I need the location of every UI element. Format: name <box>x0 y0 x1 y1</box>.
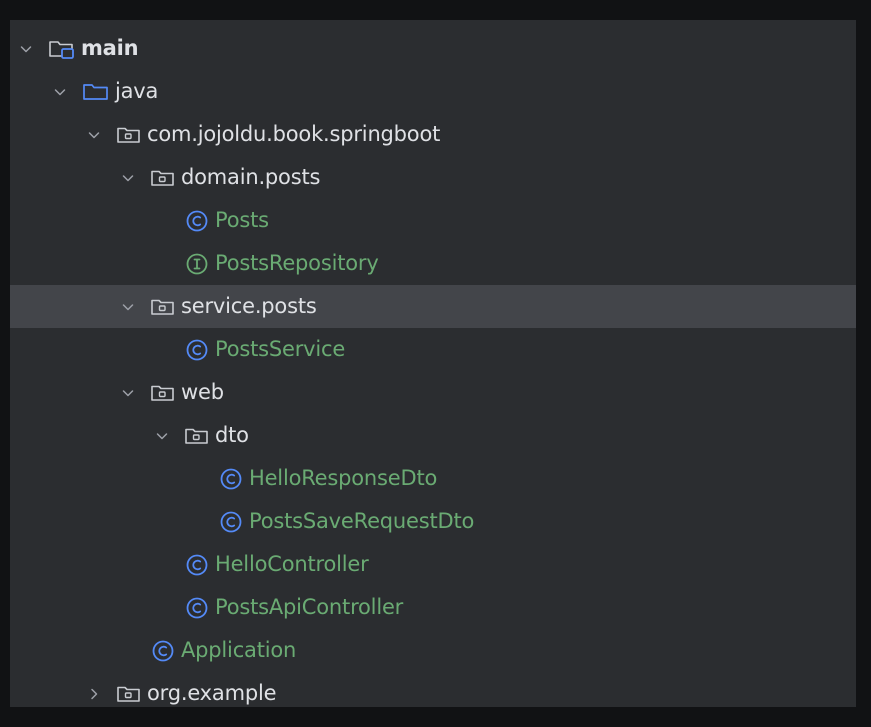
chevron-down-icon[interactable] <box>151 425 173 447</box>
chevron-down-icon[interactable] <box>117 167 139 189</box>
tree-item-label: main <box>81 36 139 60</box>
tree-item[interactable]: Application <box>10 629 856 672</box>
class-icon <box>151 638 177 664</box>
tree-item-label: Application <box>181 638 297 662</box>
tree-item-label: org.example <box>147 681 277 705</box>
tree-item-label: web <box>181 380 224 404</box>
tree-item-label: HelloResponseDto <box>249 466 438 490</box>
chevron-right-icon[interactable] <box>83 683 105 705</box>
tree-item[interactable]: org.example <box>10 672 856 707</box>
tree-item[interactable]: PostsRepository <box>10 242 856 285</box>
package-icon <box>149 166 177 190</box>
class-icon <box>185 208 211 234</box>
class-icon <box>219 466 245 492</box>
class-icon <box>185 595 211 621</box>
class-icon <box>219 509 245 535</box>
tree-item-label: java <box>115 79 159 103</box>
tree-item-label: PostsService <box>215 337 346 361</box>
tree-item[interactable]: Posts <box>10 199 856 242</box>
tree-item[interactable]: dto <box>10 414 856 457</box>
tree-item[interactable]: java <box>10 70 856 113</box>
package-icon <box>115 123 143 147</box>
package-icon <box>183 424 211 448</box>
tree-item[interactable]: web <box>10 371 856 414</box>
tree-item[interactable]: HelloController <box>10 543 856 586</box>
source-root-folder-icon <box>47 37 77 61</box>
chevron-down-icon[interactable] <box>117 382 139 404</box>
java-source-folder-icon <box>81 80 111 104</box>
tree-item-label: dto <box>215 423 249 447</box>
tree-item-label: Posts <box>215 208 269 232</box>
tree-item-label: service.posts <box>181 294 317 318</box>
tree-item[interactable]: com.jojoldu.book.springboot <box>10 113 856 156</box>
class-icon <box>185 337 211 363</box>
tree-item[interactable]: PostsService <box>10 328 856 371</box>
tree-item-label: domain.posts <box>181 165 321 189</box>
tree-item[interactable]: main <box>10 27 856 70</box>
tree-item-label: com.jojoldu.book.springboot <box>147 122 441 146</box>
chevron-down-icon[interactable] <box>49 81 71 103</box>
chevron-down-icon[interactable] <box>83 124 105 146</box>
chevron-down-icon[interactable] <box>15 38 37 60</box>
tree-item-label: HelloController <box>215 552 369 576</box>
tree-item[interactable]: PostsApiController <box>10 586 856 629</box>
tree-item[interactable]: HelloResponseDto <box>10 457 856 500</box>
tree-item-label: PostsRepository <box>215 251 379 275</box>
tree-item[interactable]: PostsSaveRequestDto <box>10 500 856 543</box>
project-tree-panel: main java com.jojoldu.book.springboot do… <box>10 20 856 707</box>
package-icon <box>115 682 143 706</box>
tree-item-label: PostsSaveRequestDto <box>249 509 475 533</box>
tree-item-label: PostsApiController <box>215 595 404 619</box>
interface-icon <box>185 251 211 277</box>
tree-item[interactable]: domain.posts <box>10 156 856 199</box>
class-icon <box>185 552 211 578</box>
chevron-down-icon[interactable] <box>117 296 139 318</box>
tree-item[interactable]: service.posts <box>10 285 856 328</box>
package-icon <box>149 381 177 405</box>
package-icon <box>149 295 177 319</box>
